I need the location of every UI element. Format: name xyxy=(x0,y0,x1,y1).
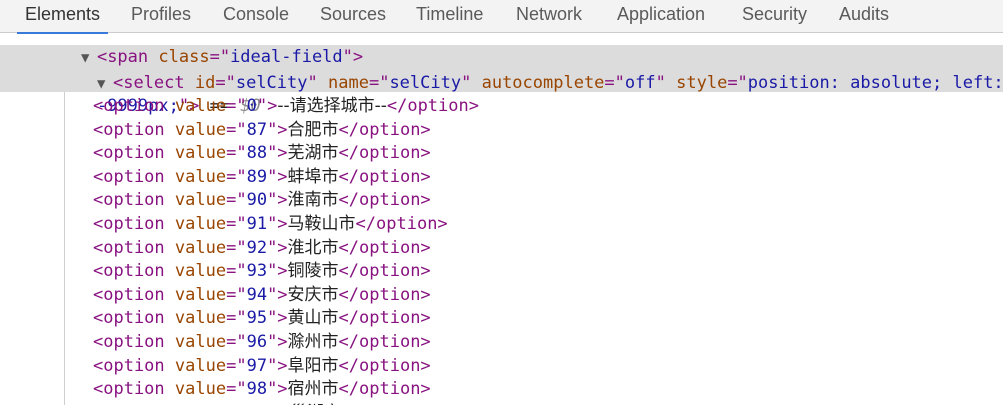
option-text: 安庆市 xyxy=(287,284,339,305)
option-value: 96 xyxy=(246,332,268,352)
option-text: 淮南市 xyxy=(287,190,339,211)
option-value: 91 xyxy=(246,214,268,234)
select-node[interactable]: ▼ <select id="selCity" name="selCity" aut… xyxy=(56,48,1003,93)
option-text: 合肥市 xyxy=(287,119,339,140)
option-text: 阜阳市 xyxy=(287,355,339,376)
tab-sources[interactable]: Sources xyxy=(320,0,386,33)
option-value: 92 xyxy=(246,237,268,258)
tab-profiles[interactable]: Profiles xyxy=(131,0,191,33)
tab-security[interactable]: Security xyxy=(742,0,807,33)
option-node[interactable]: <option value="90">淮南市</option> xyxy=(93,189,431,213)
option-node[interactable]: <option value="88">芜湖市</option> xyxy=(93,142,431,166)
tab-audits[interactable]: Audits xyxy=(839,0,889,33)
option-node[interactable]: <option value="0">--请选择城市--</option> xyxy=(93,95,479,119)
option-text: 宿州市 xyxy=(287,379,339,400)
devtools-tabbar: Elements Profiles Console Sources Timeline Ne… xyxy=(0,0,1003,34)
option-value: 95 xyxy=(246,308,268,329)
tab-console[interactable]: Console xyxy=(223,0,289,33)
option-value: 0 xyxy=(246,96,257,116)
option-node[interactable]: <option value="87">合肥市</option> xyxy=(93,119,431,143)
option-value: 98 xyxy=(246,379,268,400)
option-text: 蚌埠市 xyxy=(287,166,339,187)
option-node[interactable]: <option value="91">马鞍山市</option> xyxy=(93,213,448,237)
elements-panel: ▼ <span class="ideal-field"> ▼ <select id=… xyxy=(0,33,1003,405)
option-node[interactable]: <option value="97">阜阳市</option> xyxy=(93,355,431,379)
tab-timeline[interactable]: Timeline xyxy=(416,0,483,33)
option-node[interactable]: <option value="98">宿州市</option> xyxy=(93,378,431,402)
option-value: 88 xyxy=(246,143,268,164)
option-node[interactable]: <option value="92">淮北市</option> xyxy=(93,237,431,261)
option-text: 芜湖市 xyxy=(287,143,339,164)
option-value: 93 xyxy=(246,261,268,282)
option-node[interactable]: <option value="96">滁州市</option> xyxy=(93,331,431,355)
option-node[interactable]: <option value="95">黄山市</option> xyxy=(93,307,431,331)
option-text: 淮北市 xyxy=(287,237,339,258)
option-node[interactable]: <option value="89">蚌埠市</option> xyxy=(93,166,431,190)
option-text: 铜陵市 xyxy=(287,261,339,282)
tab-elements[interactable]: Elements xyxy=(16,0,109,34)
select-node-continuation[interactable]: -9999px;"> == $0 xyxy=(56,72,261,116)
option-value: 89 xyxy=(246,166,268,187)
option-text: 黄山市 xyxy=(287,308,339,329)
span-node[interactable]: ▼ <span class="ideal-field"> xyxy=(40,33,363,67)
tab-network[interactable]: Network xyxy=(516,0,582,33)
option-value: 97 xyxy=(246,355,268,376)
option-text: 马鞍山市 xyxy=(287,214,356,234)
option-value: 87 xyxy=(246,119,268,140)
option-value: 90 xyxy=(246,190,268,211)
option-text: 滁州市 xyxy=(287,332,339,352)
option-node[interactable]: <option value="93">铜陵市</option> xyxy=(93,260,431,284)
option-value: 94 xyxy=(246,284,268,305)
option-node[interactable]: <option value="94">安庆市</option> xyxy=(93,284,431,308)
option-text: --请选择城市-- xyxy=(277,96,387,116)
tab-application[interactable]: Application xyxy=(617,0,705,33)
